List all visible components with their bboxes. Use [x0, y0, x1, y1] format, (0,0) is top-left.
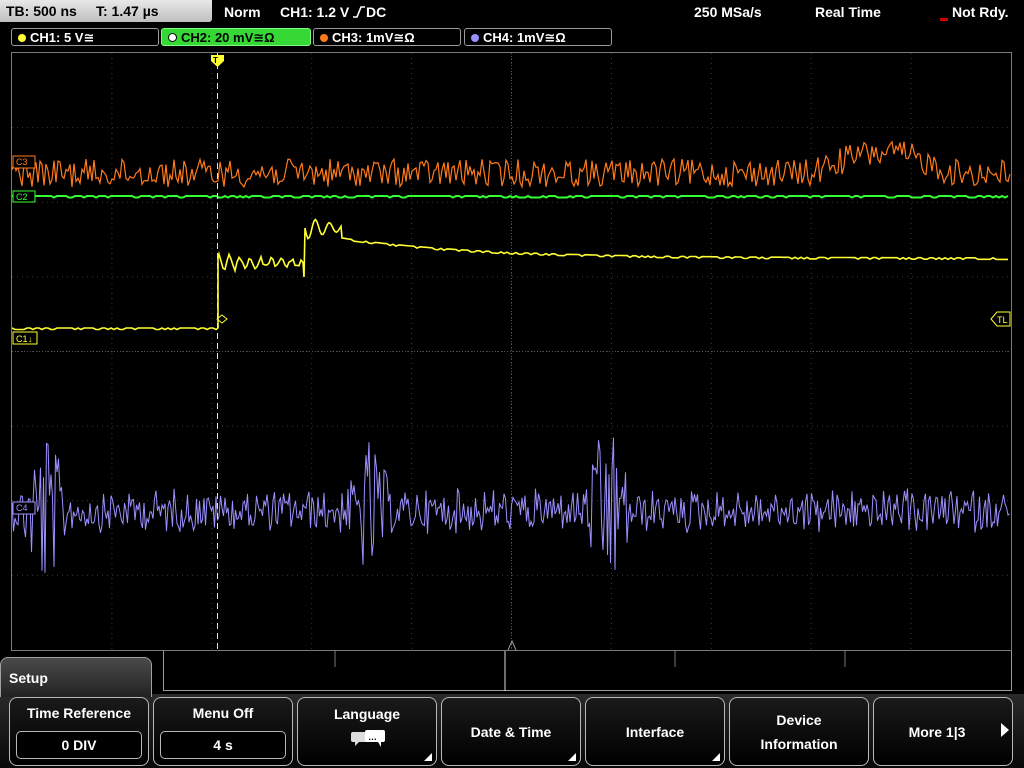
ch3-dot-icon — [320, 34, 328, 42]
date-time-label: Date & Time — [470, 724, 552, 740]
ch2-marker-label: C2 — [16, 192, 28, 202]
ch2-marker[interactable]: C2 — [12, 190, 36, 203]
date-time-button[interactable]: Date & Time — [441, 697, 581, 766]
tab-ch3[interactable]: CH3: 1mV≅Ω — [313, 28, 461, 46]
ch1-marker-label: C1 — [16, 334, 28, 344]
submenu-corner-icon — [424, 753, 432, 761]
ch1-marker[interactable]: C1 ↓ — [12, 331, 38, 345]
submenu-corner-icon — [712, 753, 720, 761]
ch3-marker[interactable]: C3 — [12, 155, 36, 169]
rising-edge-icon — [353, 6, 365, 18]
menu-title: Setup — [0, 657, 152, 697]
ch4-marker-label: C4 — [16, 503, 28, 513]
ch1-dot-icon — [18, 34, 26, 42]
timebase-box[interactable]: TB: 500 ns T: 1.47 µs — [0, 0, 212, 22]
status-indicator — [940, 18, 948, 21]
device-info-line2: Information — [760, 736, 838, 752]
acquisition-state: Not Rdy. — [952, 4, 1009, 20]
tab-ch4[interactable]: CH4: 1mV≅Ω — [464, 28, 612, 46]
sample-rate: 250 MSa/s — [694, 4, 762, 20]
trigger-level-label: TL — [997, 315, 1008, 325]
trigger-level-marker[interactable]: TL — [990, 311, 1011, 327]
ch4-label: CH4: 1mV≅Ω — [483, 30, 566, 45]
speech-bubbles-icon: … — [351, 730, 385, 747]
device-information-button[interactable]: Device Information — [729, 697, 869, 766]
time-reference-label: Time Reference — [26, 705, 131, 721]
interface-button[interactable]: Interface — [585, 697, 725, 766]
trigger-time-value: T: 1.47 µs — [96, 3, 159, 19]
device-info-line1: Device — [776, 712, 822, 728]
tab-ch1[interactable]: CH1: 5 V≅ — [11, 28, 159, 46]
interface-label: Interface — [625, 724, 685, 740]
language-label: Language — [333, 706, 401, 722]
trigger-source[interactable]: CH1: 1.2 V — [280, 0, 349, 24]
language-button[interactable]: Language … — [297, 697, 437, 766]
graticule — [12, 53, 1011, 650]
status-bar: TB: 500 ns T: 1.47 µs Norm CH1: 1.2 V DC… — [0, 0, 1024, 25]
trigger-mode[interactable]: Norm — [224, 0, 261, 24]
svg-text:…: … — [368, 732, 377, 742]
acquisition-mode: Real Time — [815, 4, 881, 20]
ch3-label: CH3: 1mV≅Ω — [332, 30, 415, 45]
arrow-right-icon — [1001, 723, 1009, 737]
tab-ch2[interactable]: CH2: 20 mV≅Ω — [161, 28, 311, 46]
time-reference-button[interactable]: Time Reference 0 DIV — [9, 697, 149, 766]
trigger-coupling[interactable]: DC — [366, 0, 386, 24]
time-reference-value: 0 DIV — [16, 731, 142, 759]
ch4-dot-icon — [471, 34, 479, 42]
ch4-marker[interactable]: C4 — [12, 501, 36, 515]
ch2-trace — [12, 194, 1009, 199]
menu-off-button[interactable]: Menu Off 4 s — [153, 697, 293, 766]
ch1-label: CH1: 5 V≅ — [30, 30, 95, 45]
submenu-corner-icon — [568, 753, 576, 761]
more-label: More 1|3 — [908, 724, 966, 740]
trigger-position-label: T — [213, 56, 218, 65]
menu-off-value: 4 s — [160, 731, 286, 759]
svg-text:↓: ↓ — [28, 334, 33, 344]
ch2-label: CH2: 20 mV≅Ω — [181, 30, 275, 45]
timebase-value: TB: 500 ns — [6, 3, 77, 19]
more-button[interactable]: More 1|3 — [873, 697, 1013, 766]
ch1-trace — [12, 218, 1008, 331]
waveform-canvas: T C3 C2 C1 ↓ C4 TL — [12, 53, 1011, 650]
ch2-dot-icon — [168, 33, 177, 42]
scale-ticks — [334, 651, 846, 691]
scale-strip — [163, 651, 1012, 691]
ch4-trace — [12, 437, 1010, 573]
waveform-display[interactable]: T C3 C2 C1 ↓ C4 TL — [11, 52, 1012, 651]
menu-off-label: Menu Off — [192, 705, 254, 721]
ch3-marker-label: C3 — [16, 157, 28, 167]
